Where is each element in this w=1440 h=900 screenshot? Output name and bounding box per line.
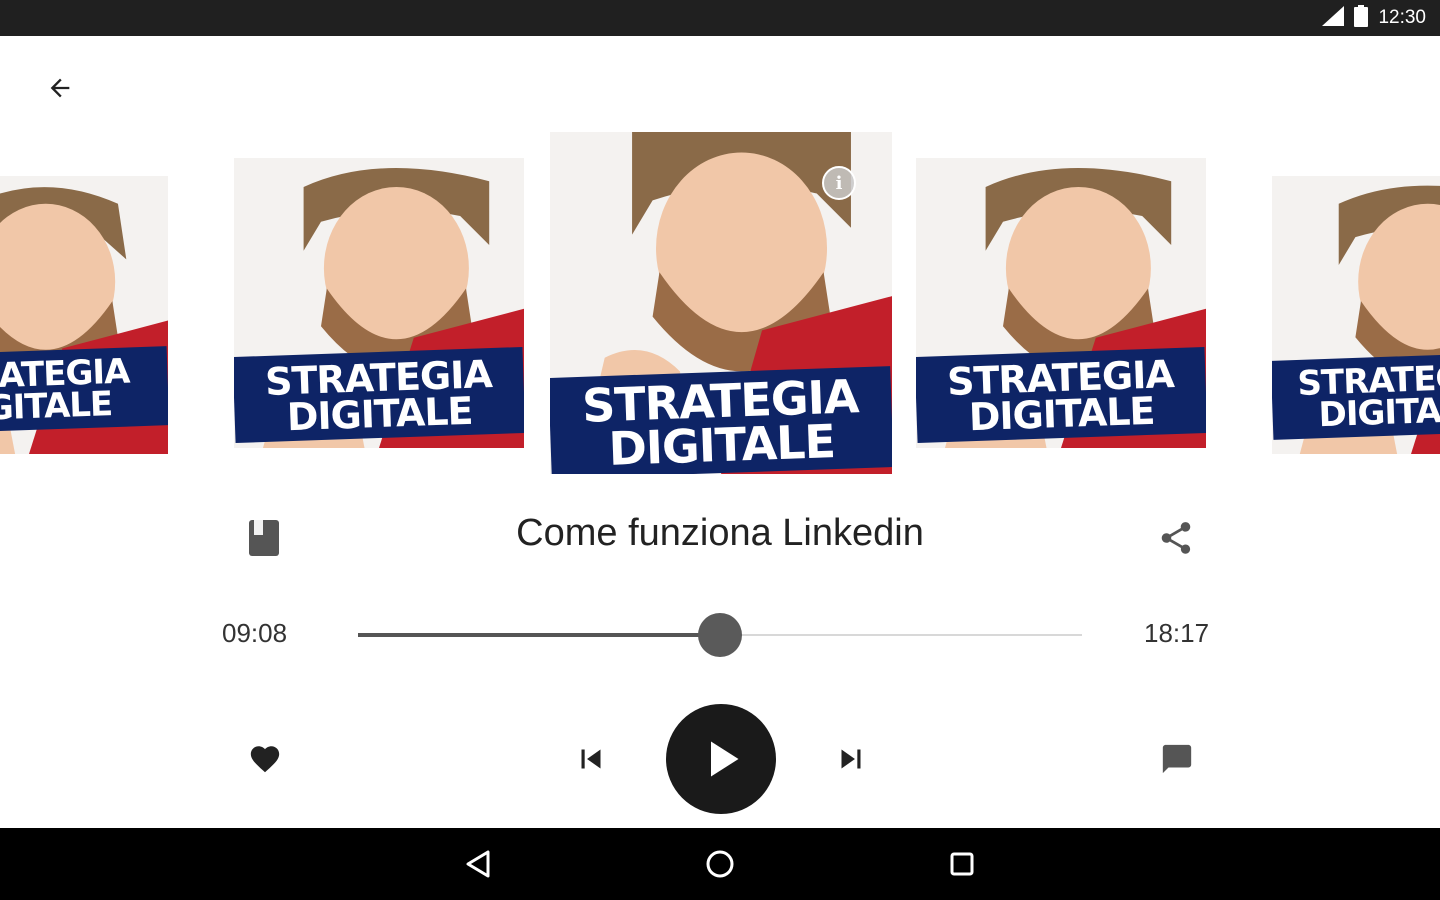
skip-next-icon (841, 749, 861, 769)
share-icon (1161, 522, 1191, 554)
seek-thumb[interactable] (698, 613, 742, 657)
cover-art[interactable]: STRATEGIA DIGITALE (234, 158, 524, 448)
navigation-bar (0, 828, 1440, 900)
seek-progress (358, 633, 720, 637)
favorite-button[interactable] (240, 734, 290, 784)
previous-button[interactable] (566, 734, 616, 784)
triangle-back-icon (466, 850, 490, 878)
info-icon[interactable]: i (822, 166, 856, 200)
play-button[interactable] (666, 704, 776, 814)
cover-banner: STRATEGIA DIGITALE (1272, 351, 1440, 440)
square-recents-icon (950, 852, 974, 876)
cover-banner: STRATEGIA DIGITALE (234, 346, 524, 444)
cover-title-line2: DIGITALE (1317, 389, 1440, 436)
player-screen: STRATEGIA DIGITALE STRATEGIA DIGITALE ST… (0, 36, 1440, 828)
cover-art[interactable]: STRATEGIA DIGITALE (1272, 176, 1440, 454)
cover-banner: STRATEGIA DIGITALE (916, 346, 1206, 444)
nav-home-button[interactable] (696, 840, 744, 888)
cover-carousel[interactable]: STRATEGIA DIGITALE STRATEGIA DIGITALE ST… (0, 36, 1440, 486)
seek-bar[interactable] (358, 612, 1082, 658)
cover-art[interactable]: STRATEGIA DIGITALE (916, 158, 1206, 448)
nav-back-button[interactable] (454, 840, 502, 888)
cover-banner: STRATEGIA DIGITALE (550, 366, 892, 474)
signal-icon (1322, 5, 1345, 31)
skip-previous-icon (581, 749, 601, 769)
elapsed-time: 09:08 (222, 618, 288, 648)
episode-title: Come funziona Linkedin (516, 512, 924, 554)
total-duration: 18:17 (1144, 618, 1210, 648)
cover-banner: STRATEGIA DIGITALE (0, 346, 168, 435)
circle-home-icon (706, 850, 734, 878)
share-button[interactable] (1154, 516, 1198, 560)
comments-button[interactable] (1152, 734, 1202, 784)
status-time: 12:30 (1378, 7, 1426, 28)
next-button[interactable] (826, 734, 876, 784)
cover-title-line2: DIGITALE (0, 384, 113, 431)
back-button[interactable] (38, 66, 82, 110)
episode-header: Come funziona Linkedin (0, 508, 1440, 568)
nav-recents-button[interactable] (938, 840, 986, 888)
comment-icon (1162, 744, 1192, 774)
play-icon (711, 741, 739, 777)
status-bar: 12:30 (0, 0, 1440, 36)
heart-icon (250, 746, 280, 773)
cover-art[interactable]: STRATEGIA DIGITALE (0, 176, 168, 454)
arrow-left-icon (50, 78, 70, 98)
battery-icon (1354, 4, 1369, 32)
